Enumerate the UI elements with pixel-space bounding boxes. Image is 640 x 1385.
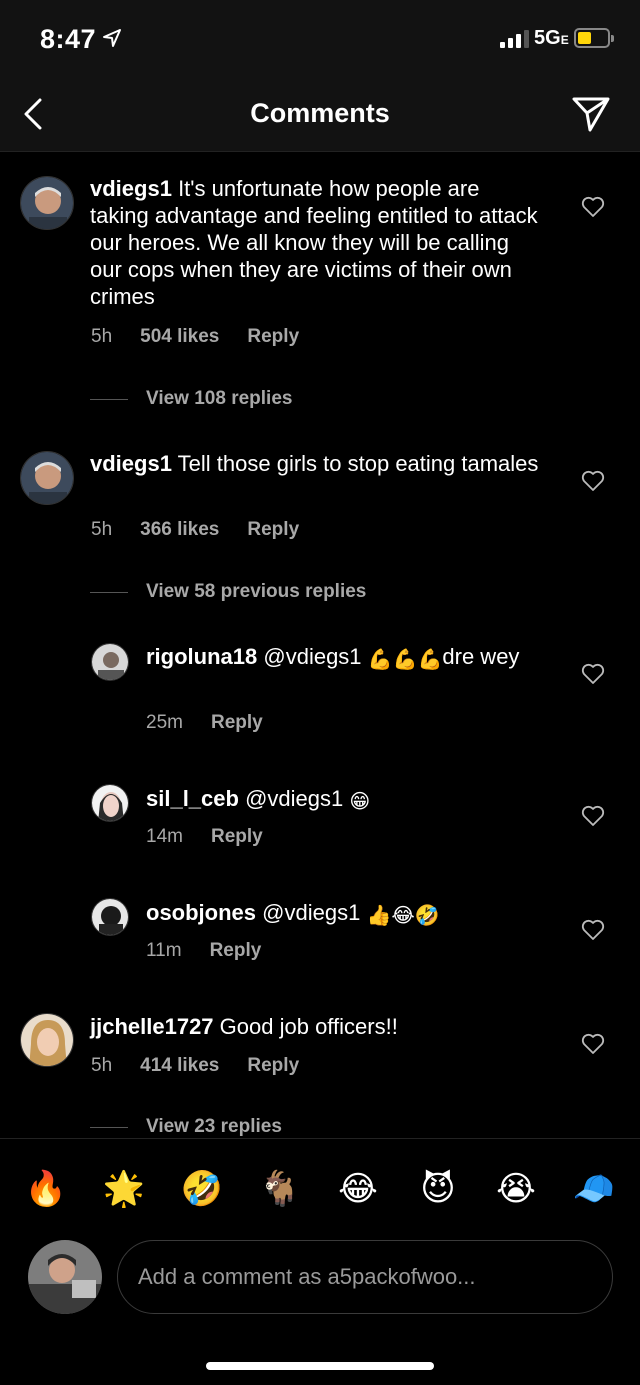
emoji-rofl-button[interactable]: 🤣 xyxy=(180,1167,224,1211)
avatar[interactable] xyxy=(20,176,74,230)
reply-username[interactable]: rigoluna18 xyxy=(146,644,257,669)
comment-meta: 5h 504 likes Reply xyxy=(91,326,299,348)
emoji-devil-button[interactable]: 😈 xyxy=(416,1167,460,1211)
comment-meta: 5h 366 likes Reply xyxy=(91,519,299,541)
reply-text: rigoluna18 @vdiegs1 💪💪💪dre wey xyxy=(146,643,536,670)
reply-meta: 25m Reply xyxy=(146,712,263,734)
view-previous-replies-button[interactable]: View 58 previous replies xyxy=(90,581,366,603)
reply-button[interactable]: Reply xyxy=(210,940,262,962)
heart-icon[interactable] xyxy=(581,196,605,218)
reply-meta: 11m Reply xyxy=(146,940,261,962)
emoji-grinning: 😁 xyxy=(349,791,371,813)
reply-button[interactable]: Reply xyxy=(247,1055,299,1077)
status-bar: 8:47 5GE xyxy=(0,0,640,80)
comment-text: vdiegs1 Tell those girls to stop eating … xyxy=(90,450,540,477)
comment-input-wrapper xyxy=(117,1240,613,1314)
view-replies-button[interactable]: View 23 replies xyxy=(90,1116,282,1138)
comment-time: 5h xyxy=(91,326,113,347)
header-bar: Comments xyxy=(0,80,640,152)
signal-bars-icon xyxy=(500,30,529,48)
view-replies-button[interactable]: View 108 replies xyxy=(90,388,292,410)
avatar[interactable] xyxy=(91,784,129,822)
emoji-fire-button[interactable]: 🔥 xyxy=(24,1167,68,1211)
comment-username[interactable]: vdiegs1 xyxy=(90,176,172,201)
reply-button[interactable]: Reply xyxy=(211,826,263,848)
emoji-goat-button[interactable]: 🐐 xyxy=(258,1167,302,1211)
heart-icon[interactable] xyxy=(581,470,605,492)
emoji-thumbs-laugh: 👍😂🤣 xyxy=(366,905,440,927)
avatar[interactable] xyxy=(91,898,129,936)
reply-username[interactable]: sil_l_ceb xyxy=(146,786,239,811)
emoji-star-button[interactable]: 🌟 xyxy=(102,1167,146,1211)
comment-username[interactable]: jjchelle1727 xyxy=(90,1014,214,1039)
network-type: 5GE xyxy=(534,27,569,49)
reply-button[interactable]: Reply xyxy=(211,712,263,734)
reply-time: 25m xyxy=(146,712,183,733)
comment-text: jjchelle1727 Good job officers!! xyxy=(90,1013,540,1040)
heart-icon[interactable] xyxy=(581,919,605,941)
emoji-sob-button[interactable]: 😭 xyxy=(494,1167,538,1211)
comment-meta: 5h 414 likes Reply xyxy=(91,1055,299,1077)
comment-time: 5h xyxy=(91,519,113,540)
comment-time: 5h xyxy=(91,1055,113,1076)
status-time: 8:47 xyxy=(40,24,97,54)
reply-button[interactable]: Reply xyxy=(247,326,299,348)
emoji-cap-button[interactable]: 🧢 xyxy=(572,1167,616,1211)
comment-text: vdiegs1 It's unfortunate how people are … xyxy=(90,175,540,310)
emoji-flexed-biceps: 💪💪💪 xyxy=(367,649,443,671)
avatar[interactable] xyxy=(91,643,129,681)
heart-icon[interactable] xyxy=(581,1033,605,1055)
comment-likes[interactable]: 366 likes xyxy=(140,519,219,541)
comment-composer xyxy=(0,1238,640,1385)
reply-mention[interactable]: @vdiegs1 xyxy=(245,786,343,811)
battery-level xyxy=(578,32,591,44)
comment-body: Tell those girls to stop eating tamales xyxy=(177,451,539,476)
avatar[interactable] xyxy=(20,1013,74,1067)
comment-likes[interactable]: 414 likes xyxy=(140,1055,219,1077)
location-arrow-icon xyxy=(103,29,121,47)
reply-meta: 14m Reply xyxy=(146,826,263,848)
emoji-quick-bar: 🔥 🌟 🤣 🐐 😂 😈 😭 🧢 xyxy=(0,1138,640,1238)
reply-text: osobjones @vdiegs1 👍😂🤣 xyxy=(146,899,536,926)
reply-time: 14m xyxy=(146,826,183,847)
battery-icon xyxy=(574,28,614,48)
avatar[interactable] xyxy=(20,451,74,505)
reply-username[interactable]: osobjones xyxy=(146,900,256,925)
home-indicator xyxy=(206,1362,434,1370)
heart-icon[interactable] xyxy=(581,805,605,827)
current-user-avatar xyxy=(28,1240,102,1314)
comment-likes[interactable]: 504 likes xyxy=(140,326,219,348)
comment-body: Good job officers!! xyxy=(219,1014,398,1039)
page-title: Comments xyxy=(250,98,390,128)
reply-text: sil_l_ceb @vdiegs1 😁 xyxy=(146,785,536,812)
reply-mention[interactable]: @vdiegs1 xyxy=(263,644,361,669)
heart-icon[interactable] xyxy=(581,663,605,685)
reply-button[interactable]: Reply xyxy=(247,519,299,541)
reply-time: 11m xyxy=(146,940,182,961)
emoji-joy-button[interactable]: 😂 xyxy=(336,1167,380,1211)
reply-body: dre wey xyxy=(442,644,520,669)
comment-username[interactable]: vdiegs1 xyxy=(90,451,172,476)
reply-mention[interactable]: @vdiegs1 xyxy=(262,900,360,925)
comment-input[interactable] xyxy=(138,1241,598,1312)
paper-plane-icon[interactable] xyxy=(570,94,612,134)
